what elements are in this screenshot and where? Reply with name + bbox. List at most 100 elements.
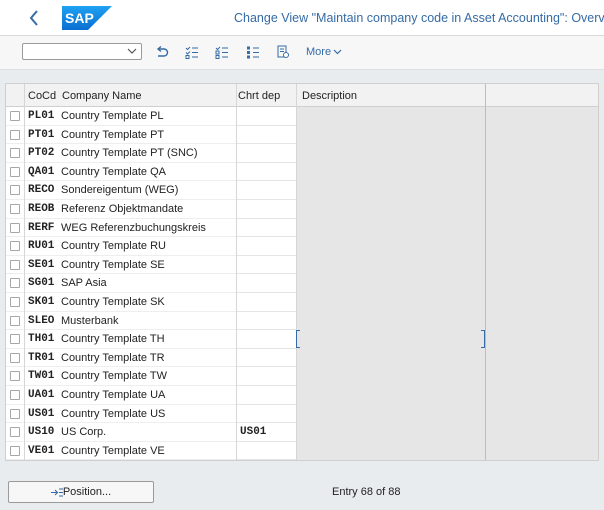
cell-chrt-dep-input[interactable] xyxy=(237,237,296,256)
cell-company-name: Country Template TR xyxy=(61,351,165,364)
cell-company-name: Sondereigentum (WEG) xyxy=(61,184,179,197)
table-row[interactable]: SK01 Country Template SK xyxy=(6,293,598,312)
variant-dropdown[interactable] xyxy=(22,43,142,60)
col-header-cocd[interactable]: CoCd xyxy=(28,90,56,102)
row-select-checkbox[interactable] xyxy=(10,334,20,345)
cell-empty xyxy=(486,423,598,442)
cell-cocd: PT01 xyxy=(28,128,55,141)
select-all-icon[interactable] xyxy=(185,45,199,59)
cell-chrt-dep-input[interactable] xyxy=(237,386,296,405)
table-row[interactable]: RU01 Country Template RU xyxy=(6,237,598,256)
cell-empty xyxy=(486,293,598,312)
cell-chrt-dep-input[interactable] xyxy=(237,255,296,275)
cell-chrt-dep-input[interactable] xyxy=(237,293,296,312)
cell-empty xyxy=(486,441,598,460)
cell-chrt-dep-input[interactable] xyxy=(237,181,296,200)
select-block-icon[interactable] xyxy=(246,45,260,59)
cell-empty xyxy=(486,200,598,219)
table-row[interactable]: PL01 Country Template PL xyxy=(6,107,598,126)
row-select-checkbox[interactable] xyxy=(10,129,20,140)
row-select-checkbox[interactable] xyxy=(10,222,20,233)
row-select-checkbox[interactable] xyxy=(10,297,20,307)
cell-chrt-dep-input[interactable] xyxy=(237,162,296,182)
row-select-checkbox[interactable] xyxy=(10,352,20,363)
row-select-checkbox[interactable] xyxy=(10,241,20,252)
row-select-checkbox[interactable] xyxy=(10,408,20,419)
cell-chrt-dep-input[interactable] xyxy=(237,274,296,293)
row-select-checkbox[interactable] xyxy=(10,390,20,400)
table-row[interactable]: SLEO Musterbank xyxy=(6,311,598,331)
table-row[interactable]: QA01 Country Template QA xyxy=(6,162,598,182)
table-row[interactable]: REOB Referenz Objektmandate xyxy=(6,200,598,219)
col-header-company-name[interactable]: Company Name xyxy=(62,90,141,102)
cell-empty xyxy=(486,348,598,368)
cell-chrt-dep-input[interactable] xyxy=(237,200,296,219)
cell-chrt-dep-input[interactable] xyxy=(237,330,296,349)
cell-chrt-dep-input[interactable] xyxy=(237,367,296,386)
cell-chrt-dep-input[interactable] xyxy=(237,107,296,126)
more-label: More xyxy=(306,46,332,58)
position-button[interactable]: Position... xyxy=(8,481,154,503)
table-row[interactable]: RERF WEG Referenzbuchungskreis xyxy=(6,218,598,238)
undo-icon[interactable] xyxy=(155,45,169,59)
col-header-chrt-dep[interactable]: Chrt dep xyxy=(238,90,280,102)
chevron-down-icon xyxy=(127,48,137,54)
cell-company-name: Country Template QA xyxy=(61,165,166,178)
table-row[interactable]: TW01 Country Template TW xyxy=(6,367,598,386)
cell-chrt-dep-input[interactable] xyxy=(237,144,296,163)
print-icon[interactable] xyxy=(276,45,290,59)
cell-description xyxy=(297,274,485,293)
entry-counter: Entry 68 of 88 xyxy=(332,486,401,498)
cell-chrt-dep-input[interactable] xyxy=(237,311,296,331)
row-select-checkbox[interactable] xyxy=(10,185,20,196)
cell-company-name: Country Template SE xyxy=(61,258,165,271)
cell-cocd: SG01 xyxy=(28,277,55,290)
cell-chrt-dep-input[interactable] xyxy=(237,125,296,145)
table-row[interactable]: SG01 SAP Asia xyxy=(6,274,598,293)
cell-chrt-dep-input[interactable] xyxy=(237,441,296,460)
table-row[interactable]: RECO Sondereigentum (WEG) xyxy=(6,181,598,200)
row-select-checkbox[interactable] xyxy=(10,148,20,159)
row-select-checkbox[interactable] xyxy=(10,445,20,456)
cell-chrt-dep-input[interactable] xyxy=(237,404,296,424)
more-menu[interactable]: More xyxy=(306,46,342,58)
table-row[interactable]: VE01 Country Template VE xyxy=(6,441,598,460)
row-select-checkbox[interactable] xyxy=(10,111,20,121)
cell-description xyxy=(297,404,485,424)
table-row[interactable]: SE01 Country Template SE xyxy=(6,255,598,275)
cell-empty xyxy=(486,125,598,145)
row-select-checkbox[interactable] xyxy=(10,427,20,438)
table-row[interactable]: PT01 Country Template PT xyxy=(6,125,598,145)
deselect-all-icon[interactable] xyxy=(215,45,229,59)
cell-empty xyxy=(486,144,598,163)
cell-company-name: Referenz Objektmandate xyxy=(61,203,184,215)
row-select-checkbox[interactable] xyxy=(10,278,20,289)
cell-empty xyxy=(486,404,598,424)
cell-empty xyxy=(486,311,598,331)
table-row[interactable]: US01 Country Template US xyxy=(6,404,598,424)
table-row[interactable]: UA01 Country Template UA xyxy=(6,386,598,405)
table-row[interactable]: TR01 Country Template TR xyxy=(6,348,598,368)
cell-chrt-dep-input[interactable] xyxy=(237,348,296,368)
cell-cocd: SE01 xyxy=(28,258,55,271)
row-select-checkbox[interactable] xyxy=(10,166,20,177)
cell-cocd: TW01 xyxy=(28,370,55,383)
row-select-checkbox[interactable] xyxy=(10,315,20,326)
row-select-checkbox[interactable] xyxy=(10,259,20,270)
back-button[interactable] xyxy=(28,8,44,28)
cell-chrt-dep-input[interactable]: US01 xyxy=(237,423,296,442)
cell-description xyxy=(297,181,485,200)
table-row[interactable]: PT02 Country Template PT (SNC) xyxy=(6,144,598,163)
cell-chrt-dep-input[interactable] xyxy=(237,218,296,238)
table-row[interactable]: US10 US Corp. US01 xyxy=(6,423,598,442)
table-row[interactable]: TH01 Country Template TH xyxy=(6,330,598,349)
cell-company-name: SAP Asia xyxy=(61,277,107,290)
row-select-checkbox[interactable] xyxy=(10,371,20,382)
cell-empty xyxy=(486,218,598,238)
cell-empty xyxy=(486,107,598,126)
col-header-description[interactable]: Description xyxy=(302,90,357,102)
cell-empty xyxy=(486,367,598,386)
sap-logo: SAP xyxy=(62,6,112,30)
cell-cocd: SK01 xyxy=(28,296,55,308)
row-select-checkbox[interactable] xyxy=(10,204,20,214)
